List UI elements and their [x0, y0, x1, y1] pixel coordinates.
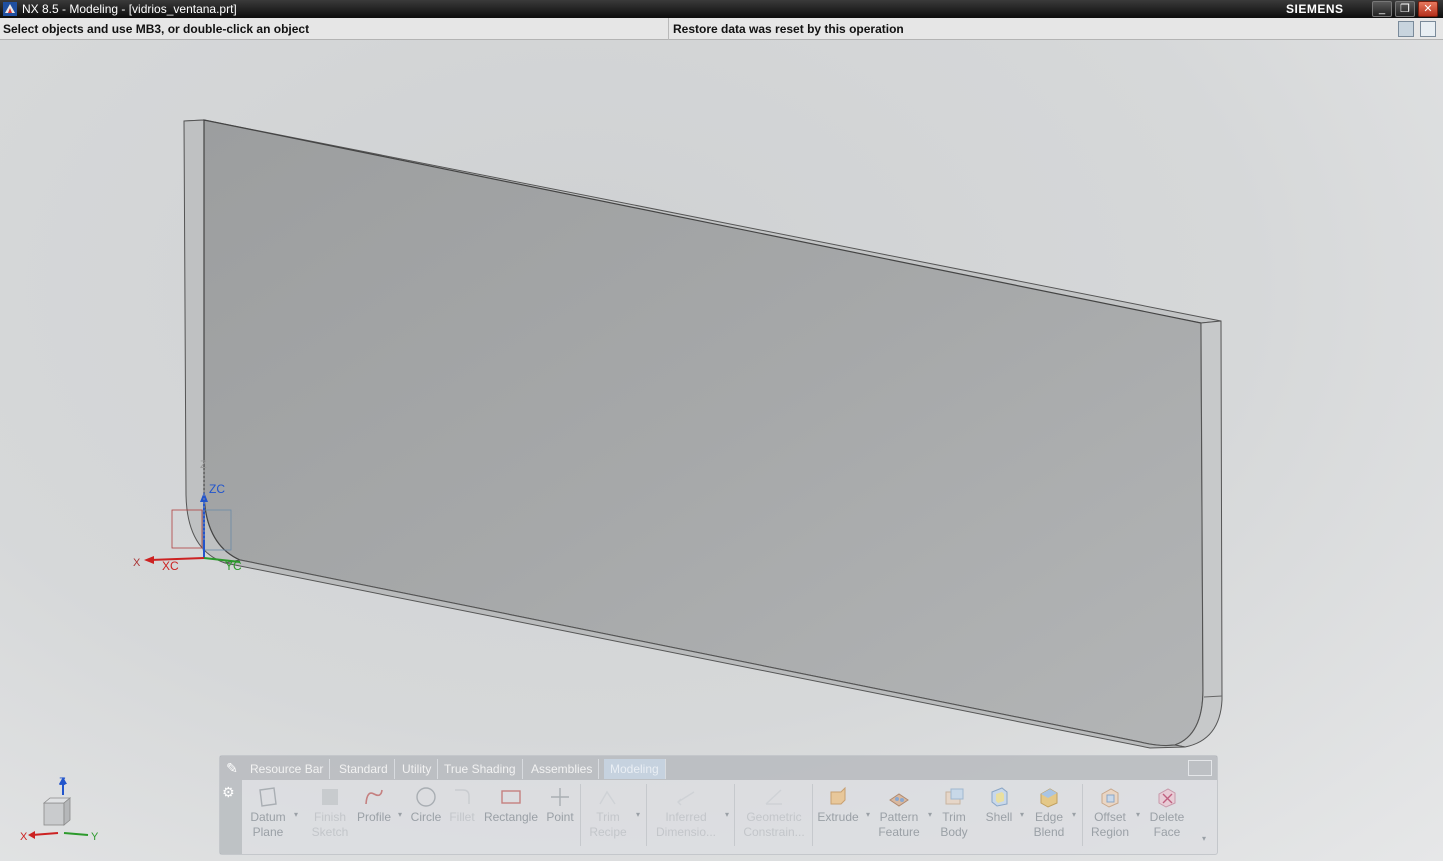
nx-app-icon[interactable]	[2, 1, 18, 17]
datum-dropdown-icon[interactable]: ▾	[294, 810, 298, 819]
cue-status-bar: Select objects and use MB3, or double-cl…	[0, 18, 1443, 40]
triad-y-label: Y	[91, 831, 99, 843]
pattern-feature-button[interactable]: Pattern Feature	[874, 782, 924, 848]
offset-dropdown-icon[interactable]: ▾	[1136, 810, 1140, 819]
view-triad[interactable]: Z X Y	[18, 775, 108, 845]
inferred-dimension-icon	[677, 791, 695, 806]
cue-line: Select objects and use MB3, or double-cl…	[3, 22, 310, 36]
extrude-icon	[830, 786, 846, 805]
offset-region-icon	[1101, 788, 1119, 808]
point-button[interactable]: Point	[542, 782, 578, 848]
pattern-feature-icon	[889, 793, 909, 807]
tab-assemblies[interactable]: Assemblies	[525, 759, 600, 779]
title-bar: NX 8.5 - Modeling - [vidrios_ventana.prt…	[0, 0, 1443, 18]
gear-icon[interactable]: ⚙	[222, 784, 235, 801]
trim-body-icon	[945, 788, 964, 805]
shell-dropdown-icon[interactable]: ▾	[1020, 810, 1024, 819]
toolbar-logo-icon[interactable]: ✎	[222, 758, 242, 778]
selection-filter-icon[interactable]	[1398, 21, 1414, 37]
rectangle-button[interactable]: Rectangle	[480, 782, 542, 848]
dimension-dropdown-icon[interactable]: ▾	[725, 810, 729, 819]
trim-recipe-icon	[599, 790, 616, 805]
profile-dropdown-icon[interactable]: ▾	[398, 810, 402, 819]
datum-plane-icon	[259, 787, 277, 807]
glass-panel-face[interactable]	[203, 119, 1204, 747]
toolbar-separator	[646, 784, 647, 846]
profile-button[interactable]: Profile	[354, 782, 394, 848]
toolbar-separator	[1082, 784, 1083, 846]
csys-xc-label: XC	[162, 559, 179, 573]
circle-icon	[416, 787, 436, 807]
toolbar-separator	[812, 784, 813, 846]
siemens-logo: SIEMENS	[1286, 2, 1344, 16]
dock-icon[interactable]	[1188, 760, 1212, 776]
tab-resource-bar[interactable]: Resource Bar	[244, 759, 331, 779]
window-title: NX 8.5 - Modeling - [vidrios_ventana.prt…	[22, 2, 237, 16]
extrude-button[interactable]: Extrude	[814, 782, 862, 848]
csys-zc-label: ZC	[209, 482, 225, 496]
trim-dropdown-icon[interactable]: ▾	[636, 810, 640, 819]
delete-face-button[interactable]: Delete Face	[1142, 782, 1192, 848]
minimize-button[interactable]: _	[1372, 1, 1392, 17]
point-icon	[551, 788, 569, 806]
tab-true-shading[interactable]: True Shading	[438, 759, 523, 779]
toolbar-separator	[580, 784, 581, 846]
extrude-dropdown-icon[interactable]: ▾	[866, 810, 870, 819]
model-view[interactable]: Z ZC XC X YC	[0, 40, 1443, 861]
toolbar-tab-row: ✎ Resource Bar Standard Utility True Sha…	[220, 756, 1217, 780]
shell-icon	[991, 787, 1008, 807]
delete-face-icon	[1158, 788, 1176, 808]
fillet-button[interactable]: Fillet	[446, 782, 478, 848]
edge-blend-button[interactable]: Edge Blend	[1028, 782, 1070, 848]
datum-plane-button[interactable]: Datum Plane	[246, 782, 290, 848]
close-button[interactable]: ✕	[1418, 1, 1438, 17]
triad-z-label: Z	[59, 776, 66, 788]
circle-button[interactable]: Circle	[406, 782, 446, 848]
status-line: Restore data was reset by this operation	[673, 22, 904, 36]
tab-utility[interactable]: Utility	[396, 759, 439, 779]
ribbon-toolbar: ✎ Resource Bar Standard Utility True Sha…	[219, 755, 1218, 855]
finish-sketch-button[interactable]: Finish Sketch	[306, 782, 354, 848]
window-mode-icon[interactable]	[1420, 21, 1436, 37]
blend-dropdown-icon[interactable]: ▾	[1072, 810, 1076, 819]
shell-button[interactable]: Shell	[978, 782, 1020, 848]
graphics-window[interactable]: Z ZC XC X YC Z X Y	[0, 40, 1443, 861]
toolbar-separator	[734, 784, 735, 846]
finish-sketch-icon	[322, 789, 338, 805]
tab-modeling[interactable]: Modeling	[604, 759, 666, 779]
triad-x-label: X	[20, 831, 28, 843]
toolbar-more-icon[interactable]: ▾	[1202, 834, 1206, 843]
geometric-constraints-icon	[765, 789, 782, 805]
offset-region-button[interactable]: Offset Region	[1084, 782, 1136, 848]
geometric-constraints-button[interactable]: Geometric Constrain...	[736, 782, 812, 848]
profile-icon	[365, 789, 383, 805]
toolbar-side-strip: ⚙	[220, 780, 242, 854]
fillet-icon	[455, 789, 470, 804]
tab-standard[interactable]: Standard	[333, 759, 395, 779]
status-divider	[668, 18, 669, 40]
edge-blend-icon	[1040, 788, 1058, 808]
pattern-dropdown-icon[interactable]: ▾	[928, 810, 932, 819]
rectangle-icon	[501, 790, 521, 804]
restore-button[interactable]: ❐	[1395, 1, 1415, 17]
csys-x-label: X	[133, 557, 141, 569]
inferred-dimension-button[interactable]: Inferred Dimensio...	[648, 782, 724, 848]
csys-yc-label: YC	[225, 559, 242, 573]
trim-body-button[interactable]: Trim Body	[934, 782, 974, 848]
csys-z-label: Z	[200, 459, 207, 471]
trim-recipe-button[interactable]: Trim Recipe	[582, 782, 634, 848]
